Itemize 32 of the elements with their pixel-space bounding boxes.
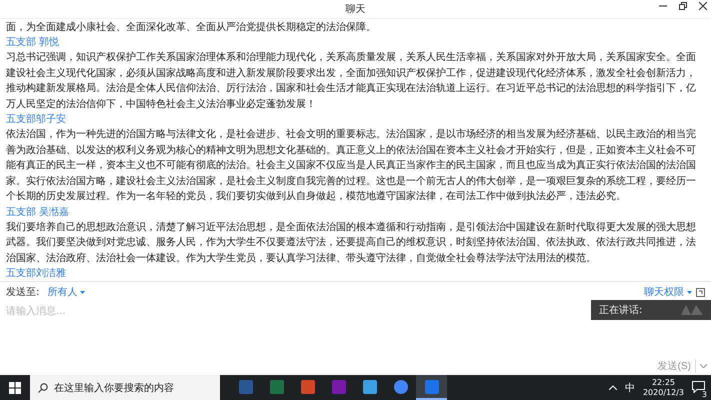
message-text: 面，为全面建成小康社会、全面深化改革、全面从严治党提供长期稳定的法治保障。 <box>6 20 377 34</box>
windows-logo-icon[interactable] <box>9 382 21 394</box>
search-placeholder: 在这里输入你要搜索的内容 <box>54 382 174 394</box>
app-icon[interactable] <box>300 380 314 394</box>
chevron-down-icon[interactable] <box>700 364 707 368</box>
window-title: 聊天 <box>346 3 366 16</box>
taskbar-search-field[interactable]: 在这里输入你要搜索的内容 <box>30 375 220 400</box>
notification-count: 3 <box>700 390 708 400</box>
message-text: 依法治国，作为一种先进的治国方略与法律文化，是社会进步、社会文明的重要标志。法治国家，是以市场经济的相当发展为经济基础、以民主政治的相当完善为政治基础、以发达的权利义务观为核心的精神文明为思想文化基础的。真正意义上的依法治国在资本主义社会才开始实行，但是，正如资本主义社会不可能有真正的民主一样，资本主义也不可能有彻底的法治。社会主义国家不仅应当是人民真正当家作主的民主国家，而且也应当成为真正实行依法治国的法治国家。实行依法治国方略，建设社会主义法治国家，是社会主义制度自我完善的过程。这也是一个前无古人的伟大创举，是一项艰巨复杂的系统工程，要经历一个长期的历史发展过程。作为一名年轻的党员，我们要切实做到从自身做起，模范地遵守国家法律，在司法工作中做到执法必严，违法必究。 <box>6 128 697 204</box>
popout-icon[interactable] <box>696 288 705 296</box>
sender-name: 五支部 吴湉嘉 <box>6 206 70 220</box>
restore-icon[interactable] <box>679 2 687 10</box>
caret-down-icon <box>687 290 692 294</box>
search-icon <box>38 382 48 392</box>
taskbar-clock[interactable]: 22:25 2020/12/3 <box>642 378 684 398</box>
sender-name: 五支部刘洁雅 <box>6 266 67 281</box>
app-icon[interactable] <box>394 380 408 394</box>
notification-icon[interactable] <box>692 381 705 393</box>
close-icon[interactable] <box>699 2 707 10</box>
sender-name: 五支部 郭悦 <box>6 36 60 50</box>
caret-down-icon <box>80 290 86 294</box>
message-text: 我们要培养自己的思想政治意识，清楚了解习近平法治思想，是全面依法治国的根本遵循和行动指南，是引领法治中国建设在新时代取得更大发展的强大思想武器。我们要坚决做到对党忠诚、服务人民，作为大学生不仅要遵法守法，还要提高自己的维权意识，时刻坚持依法治国、依法执政、依法行政共同推进，法治国家、法治政府、法治社会一体建设。作为大学生党员，要认真学习法律、带头遵守法律，自觉做全社会尊法学法守法用法的模范。 <box>6 220 697 266</box>
app-icon[interactable] <box>270 380 284 394</box>
message-text: 习总书记强调，知识产权保护工作关系国家治理体系和治理能力现代化，关系高质量发展，关系人民生活幸福，关系国家对外开放大局，关系国家安全。全面建设社会主义现代化国家，必须从国家战略高度和进入新发展阶段要求出发，全面加强知识产权保护工作，促进建设现代化经济体系，激发全社会创新活力，推动构建新发展格局。法治是全体人民信仰法治、厉行法治，国家和社会生活才能真正实现在法治轨道上运行。在习近平总书记的法治思想的科学指引下，亿万人民坚定的法治信仰下，中国特色社会主义法治事业必定蓬勃发展！ <box>6 50 697 112</box>
send-to-label: 发送至: <box>6 286 40 299</box>
caret-up-icon[interactable] <box>608 385 617 390</box>
app-icon[interactable] <box>362 380 376 394</box>
sender-name: 五支部邬子安 <box>6 112 67 127</box>
speaking-label: 正在讲话: <box>599 304 642 317</box>
ime-indicator[interactable]: 中 <box>624 380 635 394</box>
chat-permission-dropdown[interactable]: 聊天权限 <box>644 285 692 299</box>
recipient-dropdown[interactable]: 所有人 <box>47 285 86 299</box>
